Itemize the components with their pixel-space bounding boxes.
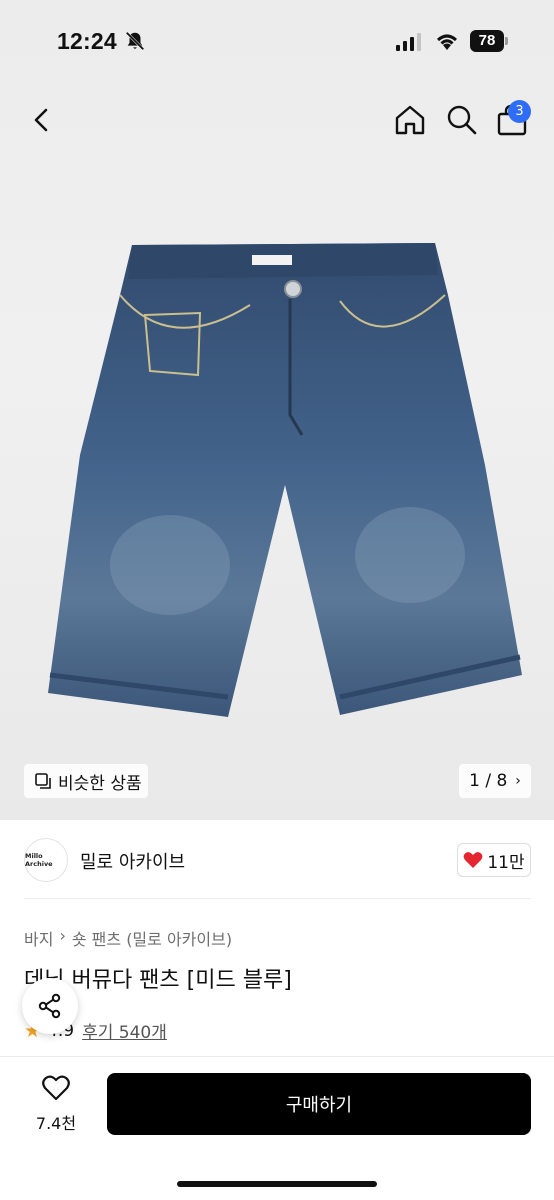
home-icon[interactable] xyxy=(392,102,428,138)
wishlist-button[interactable]: 7.4천 xyxy=(28,1074,84,1134)
brand-logo-text: Millo Archive xyxy=(25,852,53,868)
brand-like-button[interactable]: 11만 xyxy=(457,843,531,877)
share-button[interactable] xyxy=(22,978,78,1034)
divider xyxy=(24,898,531,899)
cart-badge: 3 xyxy=(508,100,531,123)
signal-icon xyxy=(396,33,421,51)
similar-icon xyxy=(35,773,51,789)
battery-level: 78 xyxy=(470,30,504,52)
status-bar: 12:24 78 xyxy=(0,0,554,84)
product-image xyxy=(48,243,522,717)
reviews-link[interactable]: 후기 540개 xyxy=(82,1018,167,1043)
home-indicator xyxy=(177,1181,377,1187)
brand-name[interactable]: 밀로 아카이브 xyxy=(80,848,185,874)
wifi-icon xyxy=(437,34,457,50)
chevron-left-icon[interactable] xyxy=(24,102,60,138)
similar-products-button[interactable]: 비슷한 상품 xyxy=(24,764,148,798)
chevron-right-icon: › xyxy=(59,926,66,945)
wishlist-count: 7.4천 xyxy=(35,1114,77,1133)
heart-filled-icon xyxy=(463,852,483,868)
image-counter: 1 / 8 xyxy=(469,771,508,791)
status-time: 12:24 xyxy=(57,28,117,54)
similar-label: 비슷한 상품 xyxy=(58,773,142,794)
breadcrumb-item[interactable]: 숏 팬츠 (밀로 아카이브) xyxy=(72,926,232,950)
brand-like-count: 11만 xyxy=(487,852,525,873)
breadcrumb-item[interactable]: 바지 xyxy=(24,926,53,950)
battery-icon: 78 xyxy=(470,30,508,52)
buy-button[interactable]: 구매하기 xyxy=(107,1073,531,1135)
breadcrumb: 바지 › 숏 팬츠 (밀로 아카이브) xyxy=(24,926,232,950)
bell-muted-icon xyxy=(125,31,145,51)
image-counter-button[interactable]: 1 / 8 › xyxy=(459,764,531,798)
chevron-right-icon: › xyxy=(515,773,521,789)
brand-logo[interactable]: Millo Archive xyxy=(24,838,68,882)
heart-outline-icon xyxy=(42,1075,70,1101)
share-icon xyxy=(38,993,61,1019)
search-icon[interactable] xyxy=(443,102,479,138)
